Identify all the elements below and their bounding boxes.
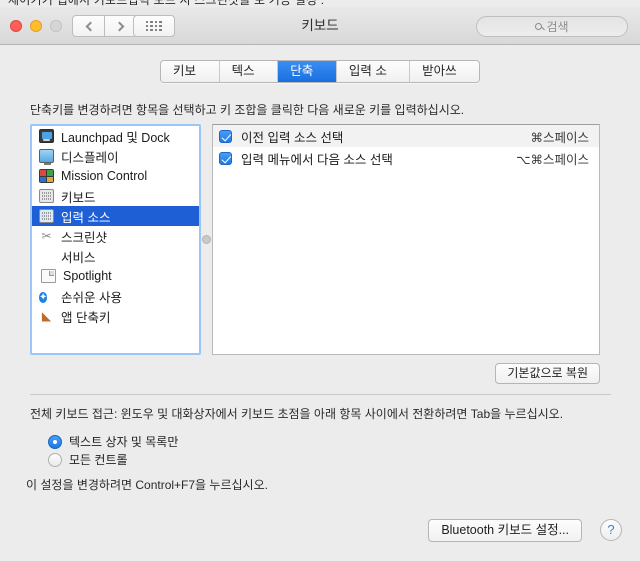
splitter-handle-icon[interactable]: [202, 235, 211, 244]
sidebar-item-label: Launchpad 및 Dock: [61, 130, 170, 145]
sidebar-item-label: 키보드: [61, 190, 96, 205]
display-icon: [39, 149, 54, 165]
sidebar-item-label: 입력 소스: [61, 210, 111, 225]
radio-button-icon[interactable]: [48, 434, 62, 449]
sidebar-item-label: Spotlight: [63, 269, 112, 283]
sidebar-item-input-sources[interactable]: 입력 소스: [32, 206, 199, 226]
shortcut-list[interactable]: 이전 입력 소스 선택 ⌘스페이스 입력 메뉴에서 다음 소스 선택 ⌥⌘스페이…: [212, 124, 600, 355]
shortcut-checkbox[interactable]: [219, 151, 232, 165]
category-list[interactable]: Launchpad 및 Dock 디스플레이 Mission Control 키…: [30, 124, 201, 355]
sidebar-item-app-shortcuts[interactable]: ◣ 앱 단축키: [32, 306, 199, 326]
top-bleed-text: 제어기기 앱에서 키보드입력 모드 지 스크린샷을 보 기능 설정 :: [8, 0, 325, 7]
tab-input-sources[interactable]: 입력 소스: [336, 61, 411, 82]
tab-keyboard[interactable]: 키보드: [161, 61, 220, 82]
dock-icon: [39, 129, 54, 143]
document-icon: [41, 269, 56, 283]
app-shortcuts-icon: ◣: [41, 309, 52, 323]
gear-icon: [39, 249, 54, 263]
shortcut-label: 입력 메뉴에서 다음 소스 선택: [241, 152, 393, 167]
sidebar-item-display[interactable]: 디스플레이: [32, 146, 199, 166]
full-keyboard-access-note: 전체 키보드 접근: 윈도우 및 대화상자에서 키보드 초점을 아래 항목 사이…: [30, 407, 564, 421]
keyboard-icon: [39, 189, 54, 203]
radio-label: 텍스트 상자 및 목록만: [69, 435, 179, 449]
instruction-text: 단축키를 변경하려면 항목을 선택하고 키 조합을 클릭한 다음 새로운 키를 …: [30, 103, 465, 117]
sidebar-item-label: 디스플레이: [61, 150, 119, 165]
shortcut-label: 이전 입력 소스 선택: [241, 130, 344, 145]
sidebar-item-label: Mission Control: [61, 169, 148, 183]
tab-bar: 키보드 텍스트 단축키 입력 소스 받아쓰기: [160, 60, 480, 83]
help-button[interactable]: ?: [600, 519, 622, 541]
shortcut-combo[interactable]: ⌘스페이스: [530, 127, 589, 146]
sidebar-item-label: 서비스: [61, 250, 96, 265]
keyboard-icon: [39, 209, 54, 223]
restore-defaults-button[interactable]: 기본값으로 복원: [495, 363, 600, 384]
shortcut-combo[interactable]: ⌥⌘스페이스: [516, 149, 589, 168]
radio-text-boxes-and-lists[interactable]: 텍스트 상자 및 목록만: [48, 433, 178, 450]
shortcut-checkbox[interactable]: [219, 129, 232, 143]
radio-button-icon[interactable]: [48, 452, 62, 467]
sidebar-item-accessibility[interactable]: ✦ 손쉬운 사용: [32, 286, 199, 306]
sidebar-item-label: 앱 단축키: [61, 310, 111, 325]
screenshot-icon: ✂: [41, 229, 52, 243]
accessibility-icon: ✦: [39, 292, 48, 303]
search-icon: [535, 23, 543, 30]
sidebar-item-keyboard[interactable]: 키보드: [32, 186, 199, 206]
tab-text[interactable]: 텍스트: [219, 61, 279, 82]
panel-splitter[interactable]: [201, 124, 212, 355]
shortcuts-panels: Launchpad 및 Dock 디스플레이 Mission Control 키…: [30, 124, 600, 355]
sidebar-item-launchpad-dock[interactable]: Launchpad 및 Dock: [32, 126, 199, 146]
table-row[interactable]: 입력 메뉴에서 다음 소스 선택 ⌥⌘스페이스: [213, 147, 599, 169]
sidebar-item-spotlight[interactable]: Spotlight: [32, 266, 199, 286]
window-titlebar: 키보드 검색: [0, 7, 640, 45]
section-divider: [30, 394, 611, 395]
radio-label: 모든 컨트롤: [69, 453, 128, 467]
search-placeholder: 검색: [546, 20, 569, 34]
tab-dictation[interactable]: 받아쓰기: [410, 61, 479, 82]
bluetooth-keyboard-setup-button[interactable]: Bluetooth 키보드 설정...: [428, 519, 582, 542]
table-row[interactable]: 이전 입력 소스 선택 ⌘스페이스: [213, 125, 599, 147]
radio-all-controls[interactable]: 모든 컨트롤: [48, 451, 128, 468]
control-f7-note: 이 설정을 변경하려면 Control+F7을 누르십시오.: [26, 478, 268, 492]
tab-shortcuts[interactable]: 단축키: [278, 61, 337, 82]
search-field[interactable]: 검색: [476, 16, 628, 37]
sidebar-item-label: 손쉬운 사용: [61, 290, 122, 305]
top-bleed-row: 제어기기 앱에서 키보드입력 모드 지 스크린샷을 보 기능 설정 :: [0, 0, 640, 7]
sidebar-item-label: 스크린샷: [61, 230, 108, 245]
mission-control-icon: [39, 169, 54, 183]
preference-pane-content: 키보드 텍스트 단축키 입력 소스 받아쓰기 단축키를 변경하려면 항목을 선택…: [0, 46, 640, 561]
sidebar-item-services[interactable]: 서비스: [32, 246, 199, 266]
sidebar-item-screenshot[interactable]: ✂ 스크린샷: [32, 226, 199, 246]
sidebar-item-mission-control[interactable]: Mission Control: [32, 166, 199, 186]
